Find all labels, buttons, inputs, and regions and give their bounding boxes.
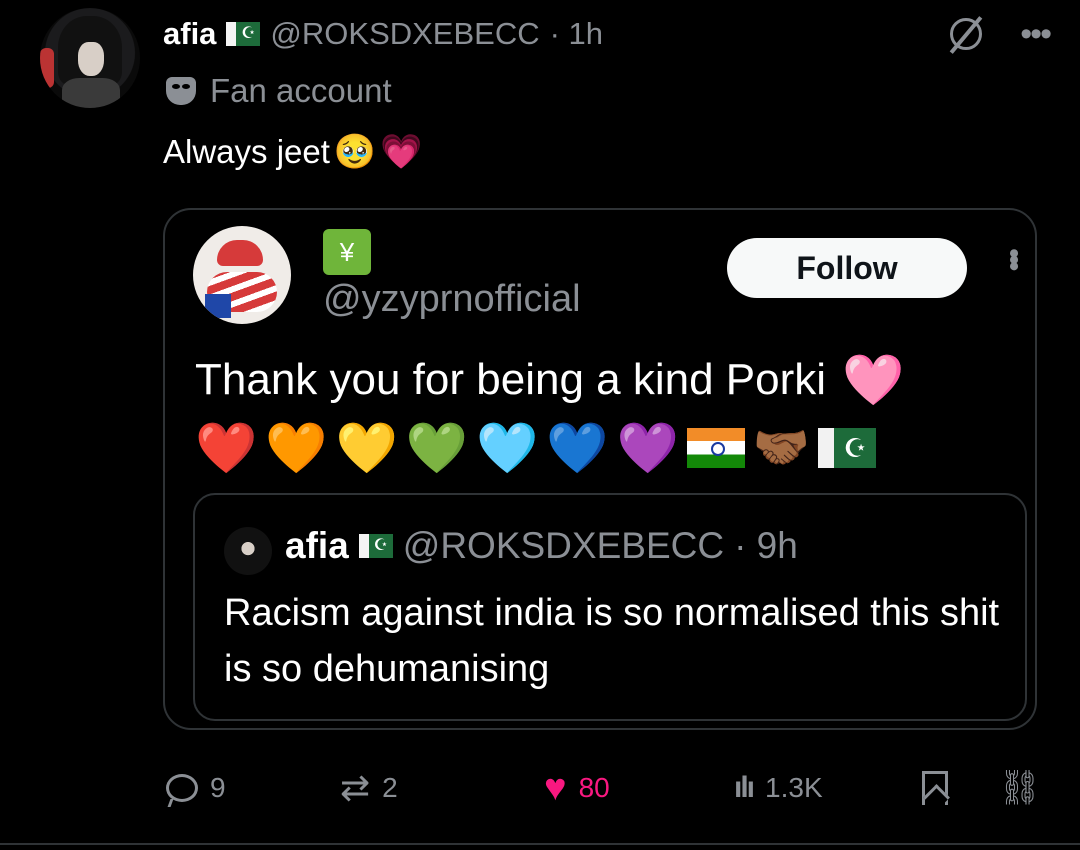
reply-count: 9 [210,772,226,803]
mask-icon [166,77,196,105]
follow-button[interactable]: Follow [727,238,967,298]
post-header: afia ☪ @ROKSDXEBECC · 1h [163,14,603,54]
avatar-accent [40,48,54,88]
yellow-heart-emoji: 💛 [335,419,398,476]
author-name[interactable]: afia [163,16,216,52]
pakistan-flag-icon: ☪ [358,534,393,558]
bookmark-icon [922,771,948,805]
account-label: Fan account [166,72,392,110]
views-button[interactable]: ılı 1.3K [734,760,823,816]
views-icon: ılı [734,771,755,804]
india-flag-icon [686,427,745,468]
pink-heart-emoji: 🩷 [842,352,905,408]
repost-count: 2 [382,772,398,803]
bookmark-button[interactable] [922,760,948,816]
blue-heart-emoji: 💙 [546,419,609,476]
author-avatar[interactable] [40,8,140,108]
nested-quote-header: afia ☪ @ROKSDXEBECC · 9h [285,525,798,567]
pakistan-flag-icon: ☪ [818,427,877,468]
action-bar: 9 ⇄ 2 ♥ 80 ılı 1.3K ⛓ [162,760,1042,816]
post-text-body: Always jeet [163,133,330,170]
pleading-face-emoji: 🥹 [333,133,377,171]
green-heart-emoji: 💚 [405,419,469,476]
heart-emoji: 💗 [380,133,423,171]
avatar-cap [217,240,263,266]
nested-quote-text: Racism against india is so normalised th… [224,592,1000,690]
quoted-author-handle[interactable]: @yzyprnofficial [323,278,581,321]
quoted-post-text: Thank you for being a kind Porki 🩷 [195,355,904,405]
purple-heart-emoji: 💜 [616,419,679,476]
heart-icon: ♥ [544,766,567,809]
like-count: 80 [578,772,610,803]
nested-author-name[interactable]: afia [285,525,349,567]
orange-heart-emoji: 🧡 [265,419,328,476]
emoji-row: ❤️ 🧡 💛 💚 🩵 💙 💜 🤝🏾 ☪ [195,419,877,476]
handshake-emoji: 🤝🏾 [752,421,811,473]
view-count: 1.3K [765,772,823,803]
account-label-text: Fan account [210,72,392,109]
quoted-author-avatar[interactable] [193,226,291,324]
avatar-face [78,42,104,76]
avatar-flag-canton [205,294,231,318]
quoted-post-text-body: Thank you for being a kind Porki [195,355,827,404]
header-actions: ••• [946,14,1052,54]
share-icon: ⛓ [998,769,1042,807]
red-heart-emoji: ❤️ [195,419,258,476]
reply-icon [166,774,198,802]
nested-author-avatar[interactable] [224,527,272,575]
grok-icon[interactable] [946,14,986,54]
share-button[interactable]: ⛓ [998,760,1041,816]
more-options-icon[interactable]: ••• [1020,17,1052,51]
chart-yen-icon: ¥ [323,229,371,275]
repost-icon: ⇄ [340,767,371,808]
nested-author-handle[interactable]: @ROKSDXEBECC [403,525,724,567]
reply-button[interactable]: 9 [166,760,226,816]
author-handle[interactable]: @ROKSDXEBECC [270,16,539,52]
post-text: Always jeet 🥹 💗 [163,133,423,171]
pakistan-flag-icon: ☪ [226,22,261,46]
divider [0,843,1080,845]
avatar-body [62,78,120,108]
post-time[interactable]: · 1h [550,16,603,52]
quoted-more-icon[interactable]: ••• [996,248,1030,268]
repost-button[interactable]: ⇄ 2 [340,760,398,816]
nested-post-time[interactable]: · 9h [734,525,798,567]
light-blue-heart-emoji: 🩵 [476,419,539,476]
like-button[interactable]: ♥ 80 [544,760,610,816]
